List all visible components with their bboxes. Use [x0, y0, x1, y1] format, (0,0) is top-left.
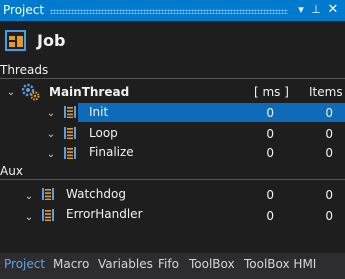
row-ms: 0 — [266, 127, 274, 141]
row-ms: 0 — [266, 146, 274, 160]
tab-variables[interactable]: Variables — [98, 257, 153, 271]
divider — [0, 179, 345, 180]
tree-row[interactable] — [0, 205, 345, 226]
mainthread-label: MainThread — [49, 85, 130, 99]
tree-row[interactable] — [0, 184, 345, 205]
row-ms: 0 — [266, 106, 274, 120]
row-ms: 0 — [266, 188, 274, 202]
section-threads: Threads — [0, 63, 49, 77]
gear-icon — [21, 83, 40, 101]
tree-row[interactable] — [0, 123, 345, 144]
tab-toolbox[interactable]: ToolBox — [189, 257, 235, 271]
section-aux: Aux — [0, 164, 23, 178]
tab-project[interactable]: Project — [4, 257, 45, 271]
column-header-ms: [ ms ] — [254, 85, 289, 99]
chevron-down-icon[interactable]: ⌄ — [6, 88, 16, 98]
column-header-items: Items — [309, 85, 343, 99]
close-icon[interactable]: ✕ — [326, 2, 340, 18]
row-items: 0 — [325, 146, 333, 160]
page-title: Job — [37, 31, 66, 50]
row-items: 0 — [325, 209, 333, 223]
tab-toolbox-hmi[interactable]: ToolBox HMI — [244, 257, 316, 271]
drag-grip[interactable] — [50, 9, 288, 14]
panel-title: Project — [3, 3, 45, 17]
row-label: Init — [89, 105, 109, 119]
job-icon — [5, 30, 26, 51]
row-items: 0 — [325, 188, 333, 202]
tree-row[interactable] — [0, 102, 345, 123]
pin-icon[interactable]: ⊥ — [309, 2, 323, 18]
row-label: Finalize — [89, 145, 134, 159]
row-label: ErrorHandler — [66, 207, 143, 221]
tab-macro[interactable]: Macro — [53, 257, 89, 271]
row-label: Loop — [89, 126, 118, 140]
row-items: 0 — [325, 106, 333, 120]
chevron-down-icon[interactable]: ▾ — [294, 2, 308, 18]
row-items: 0 — [325, 127, 333, 141]
row-ms: 0 — [266, 209, 274, 223]
row-label: Watchdog — [66, 187, 126, 201]
tree-row[interactable] — [0, 143, 345, 164]
divider — [0, 78, 345, 79]
tab-fifo[interactable]: Fifo — [158, 257, 179, 271]
